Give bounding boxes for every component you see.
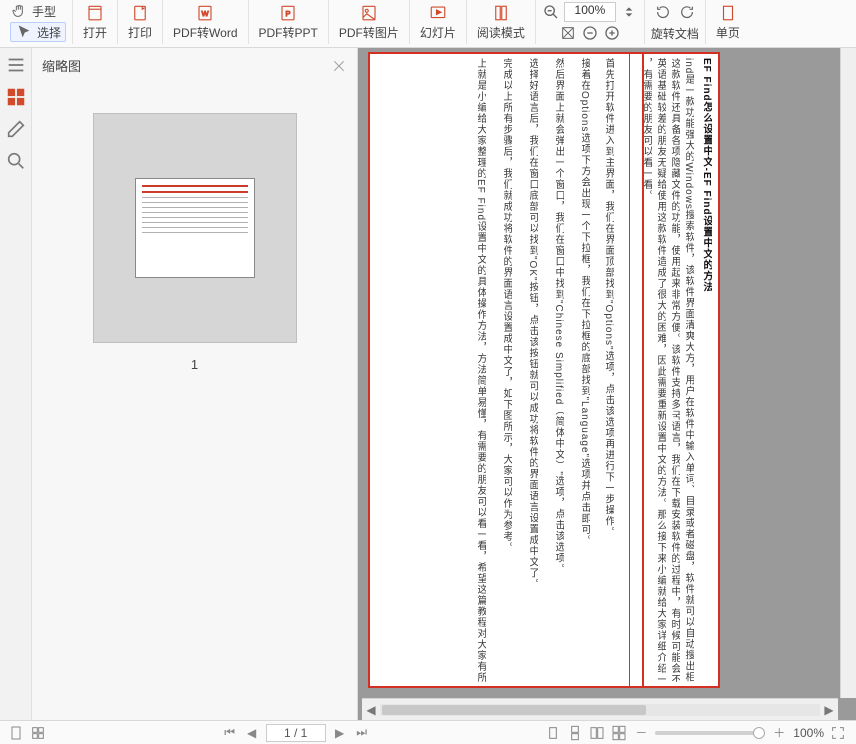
pdf2ppt-button[interactable]: P PDF转PPT bbox=[249, 0, 329, 44]
doc-line: 这款软件还具备各项隐藏文件的功能，使用起来非常方便。该软件支持多국语言，我们在下… bbox=[668, 58, 680, 682]
zoom-fit-icon[interactable] bbox=[559, 24, 577, 42]
view-two-cont-icon[interactable] bbox=[611, 725, 627, 741]
page-indicator[interactable]: 1 / 1 bbox=[266, 724, 326, 742]
zoom-minus-icon[interactable] bbox=[581, 24, 599, 42]
thumbnail-body: 1 bbox=[32, 83, 357, 720]
left-rail bbox=[0, 48, 32, 720]
view-cont-icon[interactable] bbox=[567, 725, 583, 741]
pdf2word-button[interactable]: W PDF转Word bbox=[163, 0, 248, 44]
status-thumb-icon[interactable] bbox=[30, 725, 46, 741]
print-button[interactable]: 打印 bbox=[118, 0, 163, 44]
document-view: EF Find怎么设置中文-EF Find设置中文的方法 ind是一款功能强大的… bbox=[358, 48, 856, 720]
close-icon[interactable] bbox=[331, 58, 347, 74]
rotate-left-icon[interactable] bbox=[654, 3, 672, 21]
document-scroll-area[interactable]: EF Find怎么设置中文-EF Find设置中文的方法 ind是一款功能强大的… bbox=[358, 48, 838, 694]
zoom-out-status-icon[interactable]: － bbox=[633, 725, 649, 741]
pdf2img-label: PDF转图片 bbox=[339, 24, 399, 41]
print-icon bbox=[131, 4, 149, 22]
prev-page-icon[interactable]: ◀ bbox=[244, 725, 260, 741]
doc-line: 完成以上所有步骤后，我们就成功将软件的界面语言设置成中文了，如下图所示，大家可以… bbox=[500, 58, 512, 682]
slideshow-button[interactable]: 幻灯片 bbox=[410, 0, 467, 44]
reading-button[interactable]: 阅读模式 bbox=[467, 0, 536, 44]
view-two-icon[interactable] bbox=[589, 725, 605, 741]
status-bar: ⏮ ◀ 1 / 1 ▶ ⏭ － ＋ 100% bbox=[0, 720, 856, 744]
zoom-group: 100% bbox=[536, 0, 645, 44]
hand-tool[interactable]: 手型 bbox=[10, 2, 56, 20]
rail-edit-icon[interactable] bbox=[5, 118, 27, 140]
scrollbar-thumb[interactable] bbox=[382, 705, 646, 715]
rail-outline-icon[interactable] bbox=[5, 54, 27, 76]
horizontal-scrollbar[interactable]: ◀ ▶ bbox=[362, 698, 838, 720]
red-rule bbox=[642, 54, 644, 686]
open-label: 打开 bbox=[83, 24, 107, 41]
rail-thumbnail-icon[interactable] bbox=[5, 86, 27, 108]
doc-title: EF Find怎么设置中文-EF Find设置中文的方法 bbox=[700, 58, 712, 682]
doc-line: 首先打开软件进入到主界面，我们在界面顶部找到"Options"选项，点击该选项再… bbox=[602, 58, 614, 682]
hand-icon bbox=[10, 2, 28, 20]
doc-line: 英语基础较差的朋友无疑给使用这款软件造成了很大的困难，因此需要重新设置中文的方法… bbox=[654, 58, 666, 682]
pdf2word-label: PDF转Word bbox=[173, 24, 237, 41]
image-icon bbox=[360, 4, 378, 22]
pdf2img-button[interactable]: PDF转图片 bbox=[329, 0, 410, 44]
zoom-plus-icon[interactable] bbox=[603, 24, 621, 42]
cursor-icon bbox=[15, 23, 33, 41]
next-page-icon[interactable]: ▶ bbox=[332, 725, 348, 741]
thumbnail-panel: 缩略图 1 bbox=[32, 48, 358, 720]
zoom-input[interactable]: 100% bbox=[564, 2, 616, 22]
rotate-label: 旋转文档 bbox=[651, 25, 699, 42]
thumbnail-preview bbox=[135, 178, 255, 278]
fullscreen-icon[interactable] bbox=[830, 725, 846, 741]
scrollbar-track[interactable] bbox=[380, 704, 820, 716]
single-page-button[interactable]: 单页 bbox=[706, 0, 750, 44]
zoom-slider[interactable] bbox=[655, 731, 765, 735]
page-navigator: ⏮ ◀ 1 / 1 ▶ ⏭ bbox=[46, 724, 545, 742]
doc-line: ind是一款功能强大的Windows搜索软件，该软件界面清爽大方，用户在软件中输… bbox=[682, 58, 694, 682]
thumbnail-title: 缩略图 bbox=[42, 56, 81, 75]
rotate-group: 旋转文档 bbox=[645, 0, 706, 44]
play-icon bbox=[429, 4, 447, 22]
view-single-icon[interactable] bbox=[545, 725, 561, 741]
open-icon bbox=[86, 4, 104, 22]
main-area: 缩略图 1 bbox=[0, 48, 856, 720]
last-page-icon[interactable]: ⏭ bbox=[354, 725, 370, 741]
zoom-in-status-icon[interactable]: ＋ bbox=[771, 725, 787, 741]
zoom-percent: 100% bbox=[793, 726, 824, 740]
red-rule-2 bbox=[629, 54, 630, 686]
hand-label: 手型 bbox=[32, 3, 56, 20]
pdf2ppt-label: PDF转PPT bbox=[259, 24, 318, 41]
first-page-icon[interactable]: ⏮ bbox=[222, 725, 238, 741]
svg-text:P: P bbox=[286, 9, 291, 18]
reading-icon bbox=[492, 4, 510, 22]
thumbnail-header: 缩略图 bbox=[32, 48, 357, 83]
word-icon: W bbox=[196, 4, 214, 22]
rotate-right-icon[interactable] bbox=[678, 3, 696, 21]
slideshow-label: 幻灯片 bbox=[420, 24, 456, 41]
updown-icon[interactable] bbox=[620, 3, 638, 21]
print-label: 打印 bbox=[128, 24, 152, 41]
select-tool[interactable]: 选择 bbox=[10, 22, 66, 42]
svg-text:W: W bbox=[202, 9, 210, 18]
vertical-scrollbar[interactable] bbox=[840, 48, 856, 698]
select-tools-group: 手型 选择 bbox=[4, 0, 73, 44]
page-content: EF Find怎么设置中文-EF Find设置中文的方法 ind是一款功能强大的… bbox=[368, 52, 720, 688]
doc-line: 接着在Options选项下方会出现一个下拉框，我们在下拉框的底部找到"Langu… bbox=[578, 58, 590, 682]
doc-line: 上就是小编给大家整理的EF Find设置中文的具体操作方法，方法简单易懂，有需要… bbox=[474, 58, 486, 682]
status-doc-icon[interactable] bbox=[8, 725, 24, 741]
zoom-out-icon[interactable] bbox=[542, 3, 560, 21]
doc-line: 然后界面上就会弹出一个窗口，我们在窗口中找到"Chinese Simplifie… bbox=[552, 58, 564, 682]
scroll-left-icon[interactable]: ◀ bbox=[362, 701, 380, 719]
top-toolbar: 手型 选择 打开 打印 W PDF转Word P PDF转PPT bbox=[0, 0, 856, 48]
select-label: 选择 bbox=[37, 24, 61, 41]
thumbnail-page-1[interactable] bbox=[93, 113, 297, 343]
zoom-slider-knob[interactable] bbox=[753, 727, 765, 739]
rail-search-icon[interactable] bbox=[5, 150, 27, 172]
ppt-icon: P bbox=[279, 4, 297, 22]
doc-line: 选择好语言后，我们在窗口底部可以找到"OK"按钮，点击该按钮就可以成功将软件的界… bbox=[526, 58, 538, 682]
open-button[interactable]: 打开 bbox=[73, 0, 118, 44]
single-page-label: 单页 bbox=[716, 24, 740, 41]
scroll-right-icon[interactable]: ▶ bbox=[820, 701, 838, 719]
single-page-icon bbox=[719, 4, 737, 22]
thumbnail-page-number: 1 bbox=[191, 357, 198, 372]
reading-label: 阅读模式 bbox=[477, 24, 525, 41]
